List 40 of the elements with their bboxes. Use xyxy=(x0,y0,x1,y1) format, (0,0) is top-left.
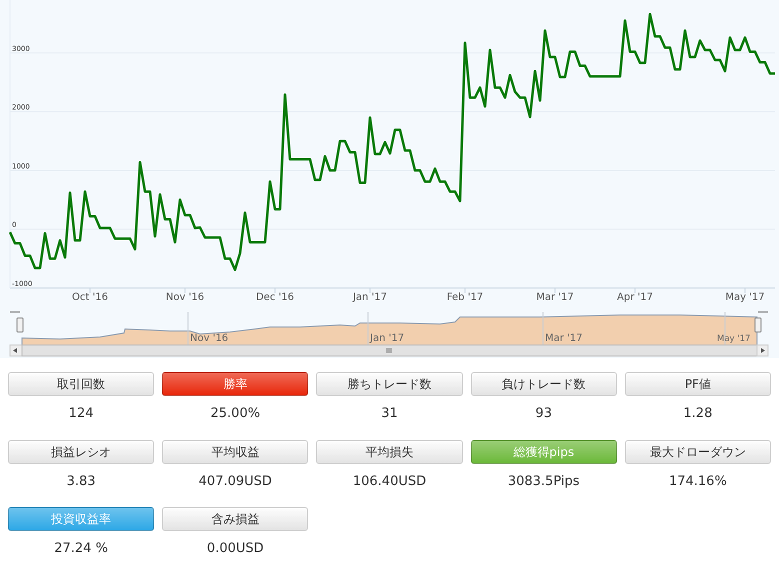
stat-button[interactable]: 取引回数 xyxy=(8,372,154,396)
stat-value: 407.09USD xyxy=(198,472,272,490)
stat-value: 1.28 xyxy=(683,405,712,423)
scrollbar-thumb[interactable] xyxy=(22,344,758,356)
axis-label: Nov '16 xyxy=(190,333,228,344)
stat-button[interactable]: 勝ちトレード数 xyxy=(316,372,463,396)
axis-label: Mar '17 xyxy=(545,333,583,344)
stat-button[interactable]: 勝率 xyxy=(162,372,308,396)
axis-label: Mar '17 xyxy=(536,292,574,303)
stat-button[interactable]: PF値 xyxy=(624,372,771,396)
axis-label: Apr '17 xyxy=(617,292,653,303)
axis-label: Oct '16 xyxy=(72,292,108,303)
stat-value: 124 xyxy=(68,405,94,423)
stat-value: 93 xyxy=(535,405,552,423)
stat-value: 3083.5Pips xyxy=(508,472,580,490)
stat-button[interactable]: 最大ドローダウン xyxy=(624,440,771,464)
stat-value: 31 xyxy=(381,405,398,423)
axis-label: Jan '17 xyxy=(370,333,404,344)
stat-button[interactable]: 損益レシオ xyxy=(8,440,154,464)
stat-value: 25.00% xyxy=(210,405,260,423)
stat-button[interactable]: 含み損益 xyxy=(162,507,308,531)
stat-value: 0.00USD xyxy=(206,540,264,558)
stat-button[interactable]: 平均損失 xyxy=(316,440,463,464)
axis-label: May '17 xyxy=(717,334,750,344)
stat-value: 106.40USD xyxy=(352,472,426,490)
stat-value: 3.83 xyxy=(66,472,96,490)
axis-label: Dec '16 xyxy=(256,292,294,303)
stat-button[interactable]: 平均収益 xyxy=(162,440,308,464)
scroll-left-button[interactable] xyxy=(10,344,22,356)
grip-icon xyxy=(386,348,392,354)
axis-label: May '17 xyxy=(725,292,765,303)
scroll-right-button[interactable] xyxy=(756,344,768,356)
stat-button[interactable]: 負けトレード数 xyxy=(470,372,617,396)
range-handle[interactable] xyxy=(754,318,762,332)
stat-value: 27.24 % xyxy=(54,540,108,558)
range-handle[interactable] xyxy=(16,318,24,332)
axis-label: Nov '16 xyxy=(166,292,204,303)
axis-label: Feb '17 xyxy=(446,292,484,303)
axis-label: Jan '17 xyxy=(352,292,388,303)
stat-value: 174.16% xyxy=(668,472,727,490)
